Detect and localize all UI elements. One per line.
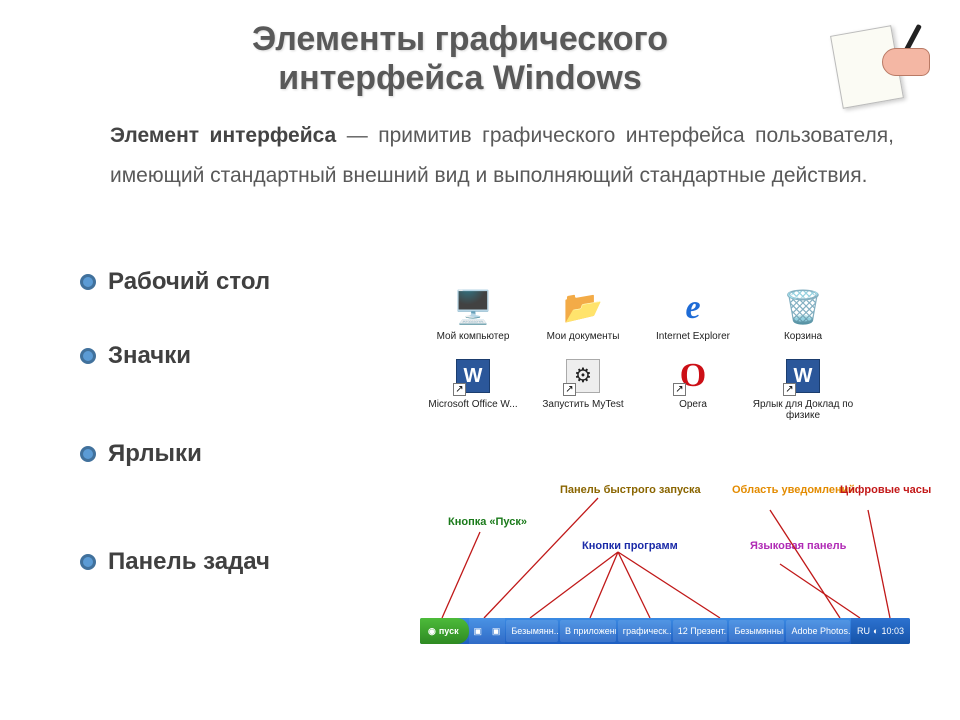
bullet-dot-icon xyxy=(80,446,96,462)
title-line-1: Элементы графического xyxy=(252,20,668,58)
title-line-2: интерфейса Windows xyxy=(278,59,641,97)
icon-label: Корзина xyxy=(784,331,822,342)
definition-text: Элемент интерфейса — примитив графическо… xyxy=(110,116,894,196)
desktop-icons-grid: 🖥️ Мой компьютер 📂 Мои документы e Inter… xyxy=(420,288,856,421)
word-icon: W ↗ xyxy=(451,356,495,396)
ql-icon[interactable]: ▣ xyxy=(492,626,501,637)
desktop-icon-recycle-bin: 🗑️ Корзина xyxy=(750,288,856,342)
icon-label: Opera xyxy=(679,399,707,410)
shortcut-arrow-icon: ↗ xyxy=(783,383,796,396)
label-notify-area: Область уведомлений xyxy=(732,484,822,496)
shortcut-arrow-icon: ↗ xyxy=(453,383,466,396)
bullet-dot-icon xyxy=(80,274,96,290)
icon-label: Мой компьютер xyxy=(437,331,510,342)
icon-label: Мои документы xyxy=(547,331,620,342)
shortcut-mytest: ⚙ ↗ Запустить MyTest xyxy=(530,356,636,421)
definition-lead: Элемент интерфейса xyxy=(110,124,336,147)
taskbar-button[interactable]: Безымянн... xyxy=(506,620,558,642)
ql-icon[interactable]: ▣ xyxy=(474,626,483,637)
quick-launch[interactable]: ▣ ▣ xyxy=(469,618,506,644)
desktop-icon-my-documents: 📂 Мои документы xyxy=(530,288,636,342)
bullet-shortcuts: Ярлыки xyxy=(80,440,270,468)
ie-icon: e xyxy=(671,288,715,328)
label-clock: Цифровые часы xyxy=(840,484,900,496)
folder-icon: 📂 xyxy=(561,288,605,328)
computer-icon: 🖥️ xyxy=(451,288,495,328)
taskbar: ◉пуск ▣ ▣ Безымянн... В приложени графич… xyxy=(420,618,910,644)
icon-label: Microsoft Office W... xyxy=(428,399,517,410)
shortcut-arrow-icon: ↗ xyxy=(673,383,686,396)
taskbar-button[interactable]: Безымянный xyxy=(729,620,784,642)
desktop-icon-ie: e Internet Explorer xyxy=(640,288,746,342)
bullet-list: Рабочий стол Значки Ярлыки Панель задач xyxy=(80,268,270,622)
taskbar-button[interactable]: 12 Презент... xyxy=(673,620,728,642)
taskbar-button[interactable]: Adobe Photos... xyxy=(786,620,850,642)
bullet-desktop: Рабочий стол xyxy=(80,268,270,296)
bullet-label: Панель задач xyxy=(108,548,270,576)
shortcut-word: W ↗ Microsoft Office W... xyxy=(420,356,526,421)
bullet-taskbar: Панель задач xyxy=(80,548,270,576)
start-button[interactable]: ◉пуск xyxy=(420,618,469,644)
icon-label: Ярлык для Доклад по физике xyxy=(750,399,856,421)
label-lang-panel: Языковая панель xyxy=(750,540,820,552)
taskbar-button[interactable]: графическ... xyxy=(618,620,671,642)
icon-label: Запустить MyTest xyxy=(542,399,623,410)
bullet-label: Ярлыки xyxy=(108,440,202,468)
bullet-label: Значки xyxy=(108,342,191,370)
word-doc-icon: W ↗ xyxy=(781,356,825,396)
shortcut-opera: O ↗ Opera xyxy=(640,356,746,421)
recycle-bin-icon: 🗑️ xyxy=(781,288,825,328)
label-start-button: Кнопка «Пуск» xyxy=(448,516,527,528)
taskbar-button[interactable]: В приложени xyxy=(560,620,616,642)
system-tray[interactable]: RU ◐ 10:03 xyxy=(851,618,910,644)
label-quick-launch: Панель быстрого запуска xyxy=(560,484,701,496)
bullet-dot-icon xyxy=(80,348,96,364)
shortcut-arrow-icon: ↗ xyxy=(563,383,576,396)
tray-icon[interactable]: ◐ xyxy=(873,626,878,636)
icon-label: Internet Explorer xyxy=(656,331,730,342)
desktop-icon-my-computer: 🖥️ Мой компьютер xyxy=(420,288,526,342)
lang-indicator[interactable]: RU xyxy=(857,626,870,636)
bullet-icons: Значки xyxy=(80,342,270,370)
bullet-label: Рабочий стол xyxy=(108,268,270,296)
app-icon: ⚙ ↗ xyxy=(561,356,605,396)
writing-hand-illustration xyxy=(830,24,930,114)
label-program-btns: Кнопки программ xyxy=(582,540,678,552)
slide-title: Элементы графического интерфейса Windows xyxy=(80,20,900,98)
clock[interactable]: 10:03 xyxy=(881,626,904,636)
shortcut-report: W ↗ Ярлык для Доклад по физике xyxy=(750,356,856,421)
bullet-dot-icon xyxy=(80,554,96,570)
opera-icon: O ↗ xyxy=(671,356,715,396)
